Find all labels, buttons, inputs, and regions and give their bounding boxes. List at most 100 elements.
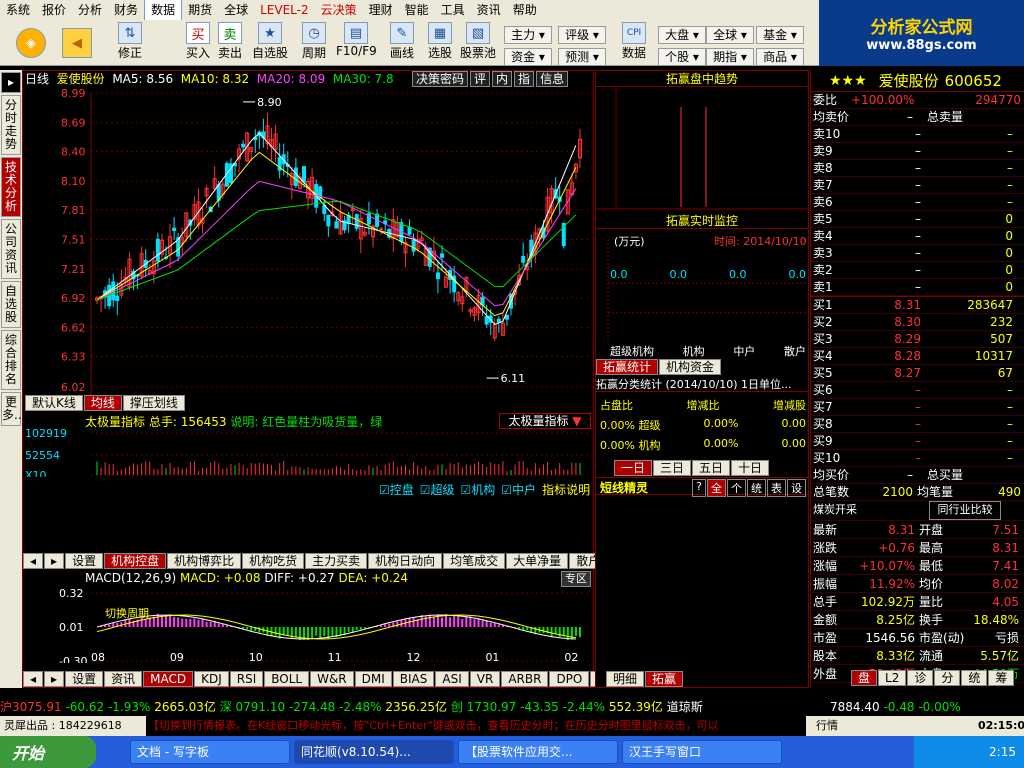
vol-checkbox[interactable]: ☑超级 (420, 481, 455, 497)
menu-item[interactable]: 智能 (399, 0, 435, 20)
toolbar-button[interactable]: ★ 自选股 (250, 22, 290, 64)
toolbar-small-button[interactable]: 期指 ▾ (706, 48, 754, 66)
short-button[interactable]: ? (692, 479, 706, 497)
bottom-tab[interactable]: KDJ (194, 671, 229, 687)
quote-bottom-tab[interactable]: 盘 (851, 670, 878, 686)
toolbar-button[interactable]: ⇅ 修正 (110, 22, 150, 64)
indicator-tab[interactable]: 大单净量 (506, 553, 569, 569)
toolbar-small-button[interactable]: 评级 ▾ (558, 26, 606, 44)
toolbar-small-button[interactable]: 资金 ▾ (504, 48, 552, 66)
toolbar-small-button[interactable]: 主力 ▾ (504, 26, 552, 44)
menu-item[interactable]: LEVEL-2 (254, 0, 315, 20)
bottom-tab[interactable]: 资讯 (104, 671, 143, 687)
bottom-tab[interactable]: VR (469, 671, 501, 687)
menu-item[interactable]: 帮助 (507, 0, 543, 20)
start-button[interactable]: 开始 (0, 736, 96, 768)
toolbar-button[interactable]: ▧ 股票池 (458, 22, 498, 64)
menu-item[interactable]: 分析 (72, 0, 108, 20)
back-button[interactable]: ◀ (60, 22, 94, 64)
indicator-tab[interactable]: 机构日动向 (368, 553, 443, 569)
left-tab[interactable]: 自选股 (1, 281, 21, 328)
task-button[interactable]: 汉王手写窗口 (622, 740, 782, 764)
toolbar-small-button[interactable]: 全球 ▾ (706, 26, 754, 44)
bottom-tab[interactable]: BIAS (392, 671, 435, 687)
bottom-tab[interactable]: MACD (143, 671, 194, 687)
quote-bottom-tab[interactable]: 统 (961, 670, 988, 686)
left-tab[interactable]: 公司资讯 (1, 219, 21, 279)
bottom-tab[interactable]: ▸ (44, 671, 65, 687)
day-tab[interactable]: 三日 (653, 460, 692, 476)
day-tab[interactable]: 十日 (731, 460, 770, 476)
toolbar-button[interactable]: CPI 数据 (614, 22, 654, 64)
indicator-tab[interactable]: ▸ (44, 553, 65, 569)
bottom-tab[interactable]: DPO (549, 671, 590, 687)
indicator-tab[interactable]: 均笔成交 (443, 553, 506, 569)
panel-toggle-icon[interactable]: ▸ (1, 72, 21, 93)
toolbar-small-button[interactable]: 个股 ▾ (658, 48, 706, 66)
header-button[interactable]: 信息 (536, 71, 569, 87)
menu-item[interactable]: 报价 (36, 0, 72, 20)
short-button[interactable]: 表 (767, 479, 786, 497)
menu-item[interactable]: 全球 (218, 0, 254, 20)
toolbar-small-button[interactable]: 大盘 ▾ (658, 26, 706, 44)
left-tab[interactable]: 更多... (1, 392, 25, 426)
coin-icon[interactable]: ◈ (14, 22, 48, 64)
kline-tab[interactable]: 默认K线 (25, 395, 83, 411)
menu-item[interactable]: 资讯 (471, 0, 507, 20)
indicator-tab[interactable]: 机构博弈比 (167, 553, 242, 569)
indicator-tab[interactable]: ◂ (23, 553, 44, 569)
left-tab[interactable]: 技术分析 (1, 157, 21, 217)
task-button[interactable]: 同花顺(v8.10.54)... (294, 740, 454, 764)
vol-checkbox[interactable]: ☑控盘 (379, 481, 414, 497)
toolbar-small-button[interactable]: 基金 ▾ (756, 26, 804, 44)
zone-button[interactable]: 专区 (561, 571, 591, 587)
kline-tab[interactable]: 撑压划线 (122, 395, 185, 411)
day-tab[interactable]: 五日 (692, 460, 731, 476)
mid-tab[interactable]: 机构资金 (659, 359, 722, 375)
short-button[interactable]: 个 (727, 479, 746, 497)
menu-item[interactable]: 理财 (363, 0, 399, 20)
toolbar-button[interactable]: ▦ 选股 (420, 22, 460, 64)
quote-bottom-tab[interactable]: 分 (934, 670, 961, 686)
day-tab[interactable]: 一日 (614, 460, 653, 476)
menu-item[interactable]: 云决策 (315, 0, 363, 20)
toolbar-button[interactable]: ◷ 周期 (294, 22, 334, 64)
indicator-explain-link[interactable]: 指标说明 (542, 481, 590, 497)
bottom-tab[interactable]: RSI (229, 671, 264, 687)
bottom-tab[interactable]: 设置 (65, 671, 104, 687)
indicator-tab[interactable]: 机构控盘 (104, 553, 167, 569)
bottom-tab[interactable]: BOLL (264, 671, 310, 687)
toolbar-button[interactable]: ✎ 画线 (382, 22, 422, 64)
toolbar-button[interactable]: ▤ F10/F9 (336, 22, 377, 64)
toolbar-small-button[interactable]: 商品 ▾ (756, 48, 804, 66)
menu-item[interactable]: 系统 (0, 0, 36, 20)
quote-bottom-tab[interactable]: 筹 (988, 670, 1015, 686)
header-button[interactable]: 评 (470, 71, 491, 87)
indicator-tab[interactable]: 主力买卖 (305, 553, 368, 569)
quote-bottom-tab[interactable]: 诊 (907, 670, 934, 686)
kline-tab[interactable]: 均线 (83, 395, 122, 411)
header-button[interactable]: 指 (514, 71, 535, 87)
indicator-tab[interactable]: 机构吃货 (242, 553, 305, 569)
menu-item[interactable]: 财务 (108, 0, 144, 20)
vol-checkbox[interactable]: ☑机构 (461, 481, 496, 497)
toolbar-button[interactable]: 卖卖出 (210, 22, 250, 64)
header-button[interactable]: 内 (492, 71, 513, 87)
short-button[interactable]: 设 (787, 479, 806, 497)
bottom-tab[interactable]: W&R (310, 671, 354, 687)
left-tab[interactable]: 综合排名 (1, 330, 21, 390)
task-button[interactable]: 文档 - 写字板 (130, 740, 290, 764)
volume-chart[interactable]: 102919 52554 X10 (23, 427, 593, 477)
mid-bottom-tab[interactable]: 明细 (606, 671, 645, 687)
status-hang[interactable]: 行情 (816, 716, 838, 736)
left-tab[interactable]: 分时走势 (1, 95, 21, 155)
short-button[interactable]: 统 (747, 479, 766, 497)
kline-chart[interactable]: 8.99 8.69 8.40 8.10 7.81 7.51 7.21 6.92 6.62 6.33… (23, 87, 593, 399)
toolbar-small-button[interactable]: 预测 ▾ (558, 48, 606, 66)
macd-chart[interactable]: 0.32 0.01 -0.30 切换周期 08 09 10 11 12 01 02 (23, 587, 593, 663)
menu-item[interactable]: 工具 (435, 0, 471, 20)
mid-bottom-tab[interactable]: 拓赢 (645, 671, 684, 687)
bottom-tab[interactable]: DMI (354, 671, 392, 687)
short-button[interactable]: 全 (707, 479, 726, 497)
bottom-tab[interactable]: ARBR (501, 671, 549, 687)
